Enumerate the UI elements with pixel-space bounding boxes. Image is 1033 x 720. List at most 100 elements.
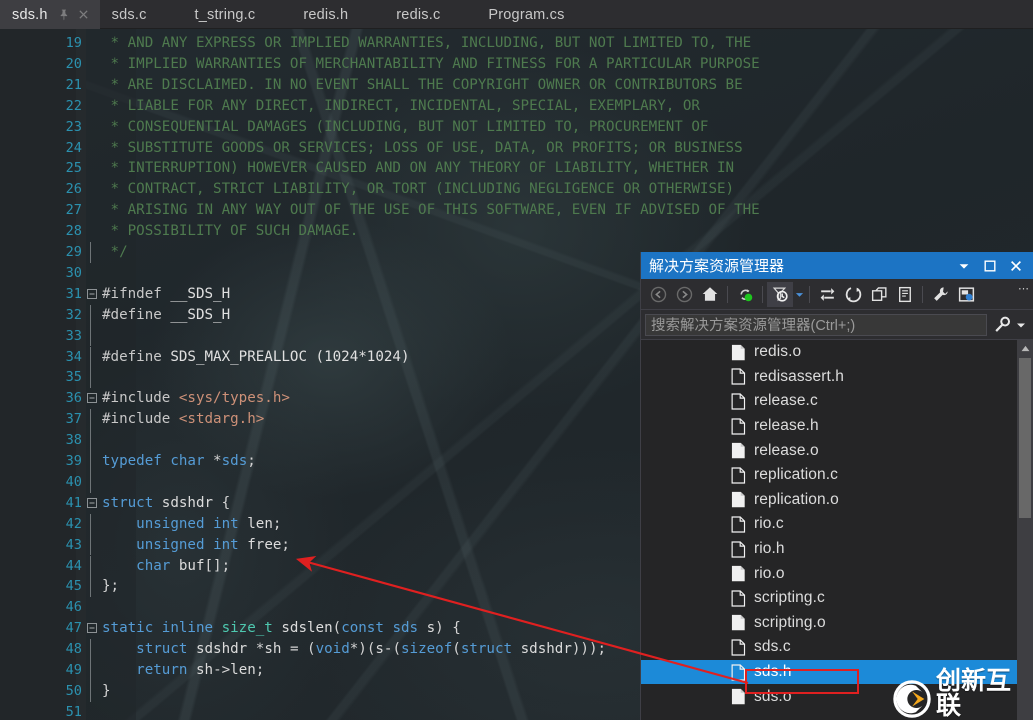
fold-guide-line	[90, 576, 91, 598]
code-line[interactable]: 24 * SUBSTITUTE GOODS OR SERVICES; LOSS …	[0, 138, 1033, 159]
file-name: rio.o	[754, 564, 785, 582]
line-number: 19	[65, 35, 82, 51]
solution-explorer-panel[interactable]: 解决方案资源管理器 ⋯ 搜索解决方案资源管理器(Ctrl+;) redis.o …	[640, 252, 1033, 720]
code-line[interactable]: 23 * CONSEQUENTIAL DAMAGES (INCLUDING, B…	[0, 117, 1033, 138]
code-line-text: * ARISING IN ANY WAY OUT OF THE USE OF T…	[102, 202, 760, 219]
code-line[interactable]: 26 * CONTRACT, STRICT LIABILITY, OR TORT…	[0, 179, 1033, 200]
tab-t-string-c[interactable]: t_string.c	[183, 0, 292, 29]
code-line[interactable]: 20 * IMPLIED WARRANTIES OF MERCHANTABILI…	[0, 54, 1033, 75]
file-name: replication.c	[754, 466, 839, 484]
code-line-text: * LIABLE FOR ANY DIRECT, INDIRECT, INCID…	[102, 97, 700, 114]
fold-toggle-icon[interactable]	[86, 493, 98, 514]
c-file-icon	[731, 467, 746, 484]
watermark-cn: 创新互联	[936, 667, 1012, 720]
editor-tab-bar: sds.h sds.c t_string.c redis.h redis.c P…	[0, 0, 1033, 29]
file-list-item[interactable]: sds.c	[641, 635, 1033, 660]
c-file-icon	[731, 516, 746, 533]
scroll-up-arrow-icon[interactable]	[1017, 340, 1033, 356]
pending-changes-dropdown-icon[interactable]	[793, 282, 805, 307]
fold-toggle-icon[interactable]	[86, 284, 98, 305]
tab-label: sds.c	[111, 6, 147, 23]
close-icon[interactable]	[1009, 259, 1023, 273]
object-file-icon	[731, 565, 745, 582]
file-list-item[interactable]: scripting.c	[641, 586, 1033, 611]
fold-toggle-icon[interactable]	[86, 388, 98, 409]
collapse-all-icon[interactable]	[840, 282, 866, 307]
search-input[interactable]: 搜索解决方案资源管理器(Ctrl+;)	[645, 313, 987, 336]
tab-redis-c[interactable]: redis.c	[384, 0, 476, 29]
preview-selected-items-icon[interactable]	[953, 282, 979, 307]
line-number: 47	[65, 620, 82, 637]
solution-explorer-titlebar[interactable]: 解决方案资源管理器	[641, 252, 1033, 279]
file-list-item[interactable]: release.h	[641, 414, 1033, 439]
c-file-icon	[731, 393, 746, 410]
properties-icon[interactable]	[927, 282, 953, 307]
tab-label: Program.cs	[488, 6, 565, 23]
c-file-icon	[731, 590, 746, 607]
file-list-item[interactable]: redisassert.h	[641, 365, 1033, 390]
line-number: 26	[65, 181, 82, 198]
code-line[interactable]: 25 * INTERRUPTION) HOWEVER CAUSED AND ON…	[0, 158, 1033, 179]
code-line-text: * POSSIBILITY OF SUCH DAMAGE.	[102, 223, 359, 240]
c-file-icon	[731, 639, 746, 656]
code-line-text: unsigned int len;	[136, 515, 282, 532]
search-icon[interactable]	[993, 315, 1012, 334]
file-name: release.c	[754, 392, 818, 410]
line-number: 28	[65, 223, 82, 240]
file-list-item[interactable]: rio.o	[641, 561, 1033, 586]
chevron-down-icon[interactable]	[957, 259, 971, 273]
forward-icon[interactable]	[671, 282, 697, 307]
solution-explorer-file-list[interactable]: redis.o redisassert.h release.c release.h re…	[641, 340, 1033, 720]
file-list-item[interactable]: release.o	[641, 438, 1033, 463]
file-name: release.h	[754, 417, 819, 435]
home-icon[interactable]	[697, 282, 723, 307]
pending-changes-icon[interactable]	[767, 281, 793, 307]
tab-program-cs[interactable]: Program.cs	[476, 0, 574, 29]
maximize-icon[interactable]	[983, 259, 997, 273]
back-icon[interactable]	[645, 282, 671, 307]
sync-with-active-document-icon[interactable]	[732, 282, 758, 307]
toolbar-overflow-icon[interactable]: ⋯	[1018, 282, 1030, 295]
code-line[interactable]: 21 * ARE DISCLAIMED. IN NO EVENT SHALL T…	[0, 75, 1033, 96]
chevron-down-icon[interactable]	[1016, 320, 1026, 330]
line-number: 48	[65, 641, 82, 658]
pin-icon[interactable]	[57, 8, 70, 21]
code-line-text: * IMPLIED WARRANTIES OF MERCHANTABILITY …	[102, 55, 760, 72]
fold-toggle-icon[interactable]	[86, 618, 98, 639]
view-code-icon[interactable]	[892, 282, 918, 307]
tab-redis-h[interactable]: redis.h	[291, 0, 384, 29]
code-line-text: typedef char *sds;	[102, 453, 256, 469]
line-number: 49	[65, 662, 82, 678]
watermark: 创新互联 CHUANG XIN HU LIAN	[893, 669, 1033, 720]
tab-label: sds.h	[12, 6, 48, 23]
code-line[interactable]: 27 * ARISING IN ANY WAY OUT OF THE USE O…	[0, 200, 1033, 221]
header-file-icon	[731, 663, 746, 681]
line-number: 25	[65, 160, 82, 177]
file-list-item[interactable]: release.c	[641, 389, 1033, 414]
tab-sds-h[interactable]: sds.h	[0, 0, 100, 29]
file-list-item[interactable]: replication.c	[641, 463, 1033, 488]
file-name: sds.c	[754, 638, 791, 656]
code-line-text: * INTERRUPTION) HOWEVER CAUSED AND ON AN…	[102, 160, 735, 177]
close-icon[interactable]	[77, 8, 90, 21]
code-line-text: * AND ANY EXPRESS OR IMPLIED WARRANTIES,…	[102, 35, 752, 51]
show-all-files-icon[interactable]	[866, 282, 892, 307]
line-number: 43	[65, 536, 82, 553]
line-number: 21	[65, 76, 82, 93]
refresh-icon[interactable]	[814, 282, 840, 307]
line-number: 42	[65, 515, 82, 532]
file-list-item[interactable]: replication.o	[641, 488, 1033, 513]
code-line[interactable]: 22 * LIABLE FOR ANY DIRECT, INDIRECT, IN…	[0, 96, 1033, 117]
line-number: 31	[65, 285, 82, 302]
scrollbar-thumb[interactable]	[1019, 358, 1031, 518]
file-list-item[interactable]: rio.c	[641, 512, 1033, 537]
vertical-scrollbar[interactable]	[1017, 340, 1033, 720]
file-name: redis.o	[754, 343, 802, 361]
code-line[interactable]: 28 * POSSIBILITY OF SUCH DAMAGE.	[0, 221, 1033, 242]
vs-ide-window: sds.h sds.c t_string.c redis.h redis.c P…	[0, 0, 1033, 720]
file-list-item[interactable]: redis.o	[641, 340, 1033, 365]
tab-sds-c[interactable]: sds.c	[100, 0, 183, 29]
code-line[interactable]: 19 * AND ANY EXPRESS OR IMPLIED WARRANTI…	[0, 33, 1033, 54]
file-list-item[interactable]: rio.h	[641, 537, 1033, 562]
file-list-item[interactable]: scripting.o	[641, 611, 1033, 636]
